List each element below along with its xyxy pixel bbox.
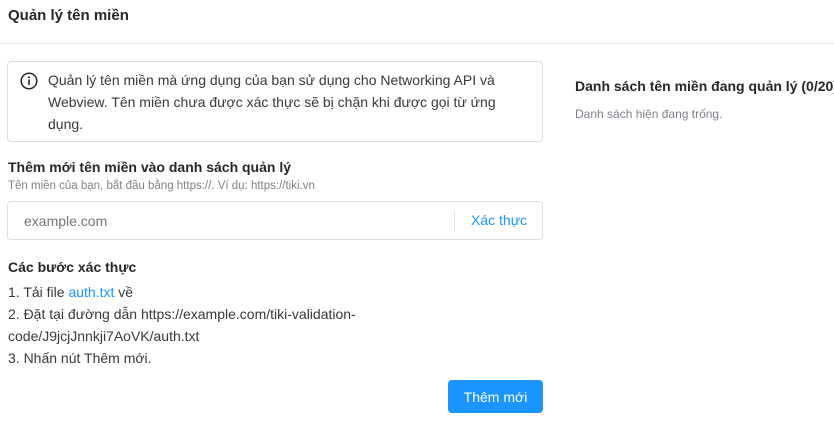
add-domain-hint: Tên miền của bạn, bắt đầu bằng https://.… bbox=[8, 180, 315, 192]
add-domain-title: Thêm mới tên miền vào danh sách quản lý bbox=[8, 159, 292, 175]
input-divider bbox=[454, 210, 455, 231]
add-domain-button[interactable]: Thêm mới bbox=[448, 380, 543, 413]
domain-input[interactable] bbox=[24, 202, 444, 239]
domain-input-group: Xác thực bbox=[7, 201, 543, 240]
domain-list-title: Danh sách tên miền đang quản lý (0/20) bbox=[575, 78, 834, 94]
step-1-prefix: 1. Tải file bbox=[8, 284, 69, 300]
step-3: 3. Nhấn nút Thêm mới. bbox=[8, 350, 152, 366]
step-1-suffix: về bbox=[114, 284, 134, 300]
info-banner: Quản lý tên miền mà ứng dụng của bạn sử … bbox=[7, 61, 543, 142]
steps-title: Các bước xác thực bbox=[8, 259, 137, 275]
auth-file-link[interactable]: auth.txt bbox=[68, 284, 114, 300]
steps-list: 1. Tải file auth.txt về 2. Đặt tại đường… bbox=[8, 281, 388, 369]
info-text: Quản lý tên miền mà ứng dụng của bạn sử … bbox=[48, 72, 496, 132]
page-header: Quản lý tên miền bbox=[0, 0, 834, 44]
step-2: 2. Đặt tại đường dẫn https://example.com… bbox=[8, 306, 356, 344]
page-title: Quản lý tên miền bbox=[8, 7, 129, 24]
verify-button[interactable]: Xác thực bbox=[471, 212, 527, 228]
domain-list-empty-text: Danh sách hiện đang trống. bbox=[575, 107, 723, 121]
step-1: 1. Tải file auth.txt về bbox=[8, 281, 388, 303]
info-circle-icon bbox=[20, 72, 38, 90]
